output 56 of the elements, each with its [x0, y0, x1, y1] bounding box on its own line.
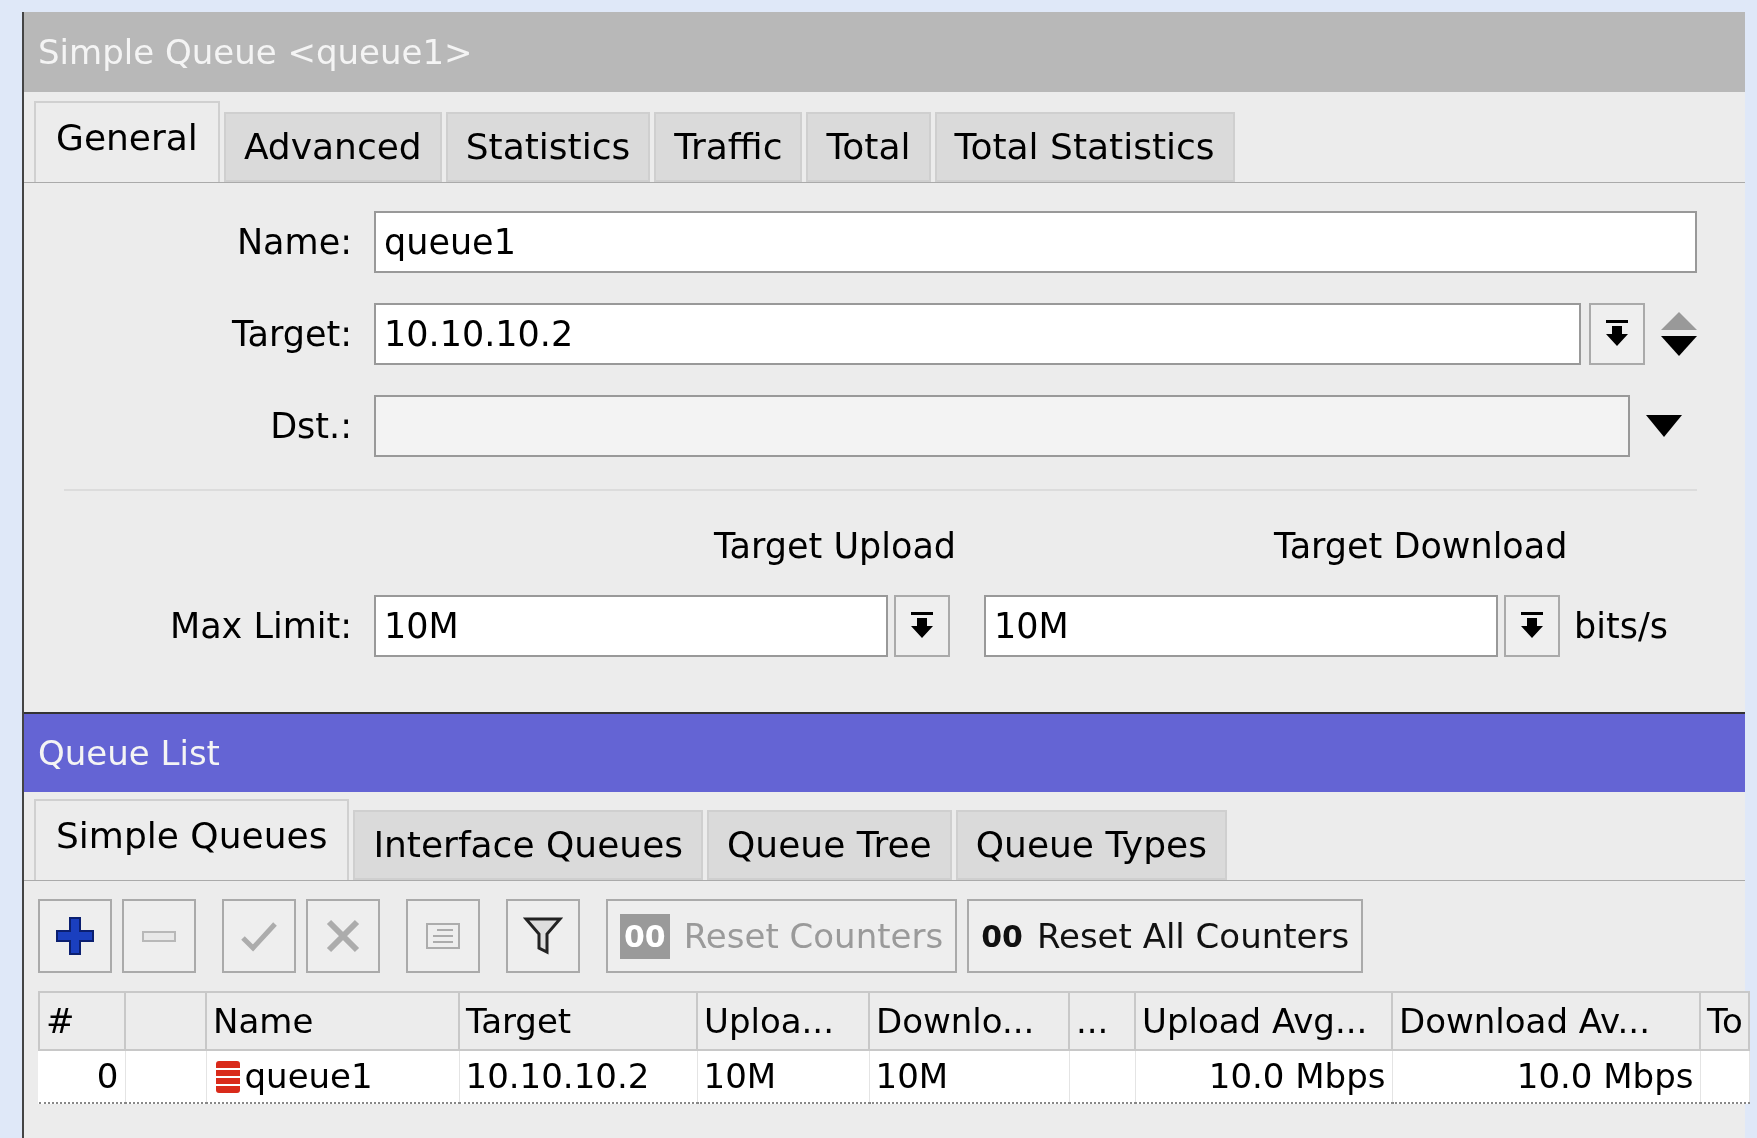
field-label: Dst.: [269, 404, 353, 448]
reset-button[interactable]: 00 Reset All Counters [967, 899, 1364, 973]
dropdown-arrow-icon[interactable] [1646, 415, 1682, 437]
tab[interactable]: General [34, 101, 220, 183]
table-cell: 10M [869, 1050, 1069, 1103]
tab[interactable]: Simple Queues [34, 799, 350, 881]
name-field[interactable]: queue1 [374, 211, 1697, 273]
unit-label: bits/s [1574, 604, 1668, 648]
field-label: Name: [235, 220, 353, 264]
minus-icon [142, 930, 176, 942]
table-cell: 0 [39, 1050, 125, 1103]
dropdown-button[interactable] [1589, 303, 1645, 365]
column-header: Target Download [1274, 524, 1568, 568]
up-down-icon[interactable] [1661, 312, 1697, 356]
table-cell-text: queue1 [244, 1055, 373, 1098]
column-header[interactable]: Name [206, 992, 459, 1050]
table-cell: 10M [697, 1050, 869, 1103]
table-cell: 10.0 Mbps [1135, 1050, 1392, 1103]
column-header[interactable]: To [1700, 992, 1749, 1050]
field-label: Target: [230, 312, 353, 356]
tab[interactable]: Interface Queues [353, 810, 704, 880]
dropdown-button[interactable] [894, 595, 950, 657]
column-header: Target Upload [714, 524, 957, 568]
tab[interactable]: Total [806, 112, 931, 182]
dropdown-button[interactable] [1504, 595, 1560, 657]
tab[interactable]: Total Statistics [934, 112, 1235, 182]
add-button[interactable] [38, 899, 112, 973]
column-header[interactable]: Downlo... [869, 992, 1069, 1050]
download-field[interactable]: 10M [984, 595, 1498, 657]
arrow-down-icon [1521, 612, 1543, 640]
column-header[interactable]: Uploa... [697, 992, 869, 1050]
tab[interactable]: Statistics [445, 112, 651, 182]
field-label: Max Limit: [168, 604, 353, 648]
tab[interactable]: Traffic [654, 112, 803, 182]
arrow-down-icon [911, 612, 933, 640]
filter-button[interactable] [506, 899, 580, 973]
tab[interactable]: Queue Tree [707, 810, 952, 880]
dst-field[interactable] [374, 395, 1630, 457]
plus-icon [55, 916, 95, 956]
arrow-down-icon [1606, 320, 1628, 348]
counter-icon: 00 [981, 913, 1023, 959]
column-header[interactable]: Upload Avg... [1135, 992, 1392, 1050]
filter-icon [523, 916, 563, 956]
column-header[interactable]: ... [1069, 992, 1135, 1050]
window-title: Simple Queue <queue1> [24, 12, 1745, 92]
tab[interactable]: Advanced [223, 112, 442, 182]
column-header[interactable]: # [39, 992, 125, 1050]
tab[interactable]: Queue Types [955, 810, 1227, 880]
column-header[interactable]: Download Av... [1392, 992, 1700, 1050]
upload-field[interactable]: 10M [374, 595, 888, 657]
counter-icon: 00 [620, 913, 670, 959]
target-field[interactable]: 10.10.10.2 [374, 303, 1581, 365]
window-title: Queue List [24, 712, 1745, 792]
column-header[interactable]: Target [459, 992, 697, 1050]
table-cell: 10.0 Mbps [1392, 1050, 1700, 1103]
table-cell: 10.10.10.2 [459, 1050, 697, 1103]
